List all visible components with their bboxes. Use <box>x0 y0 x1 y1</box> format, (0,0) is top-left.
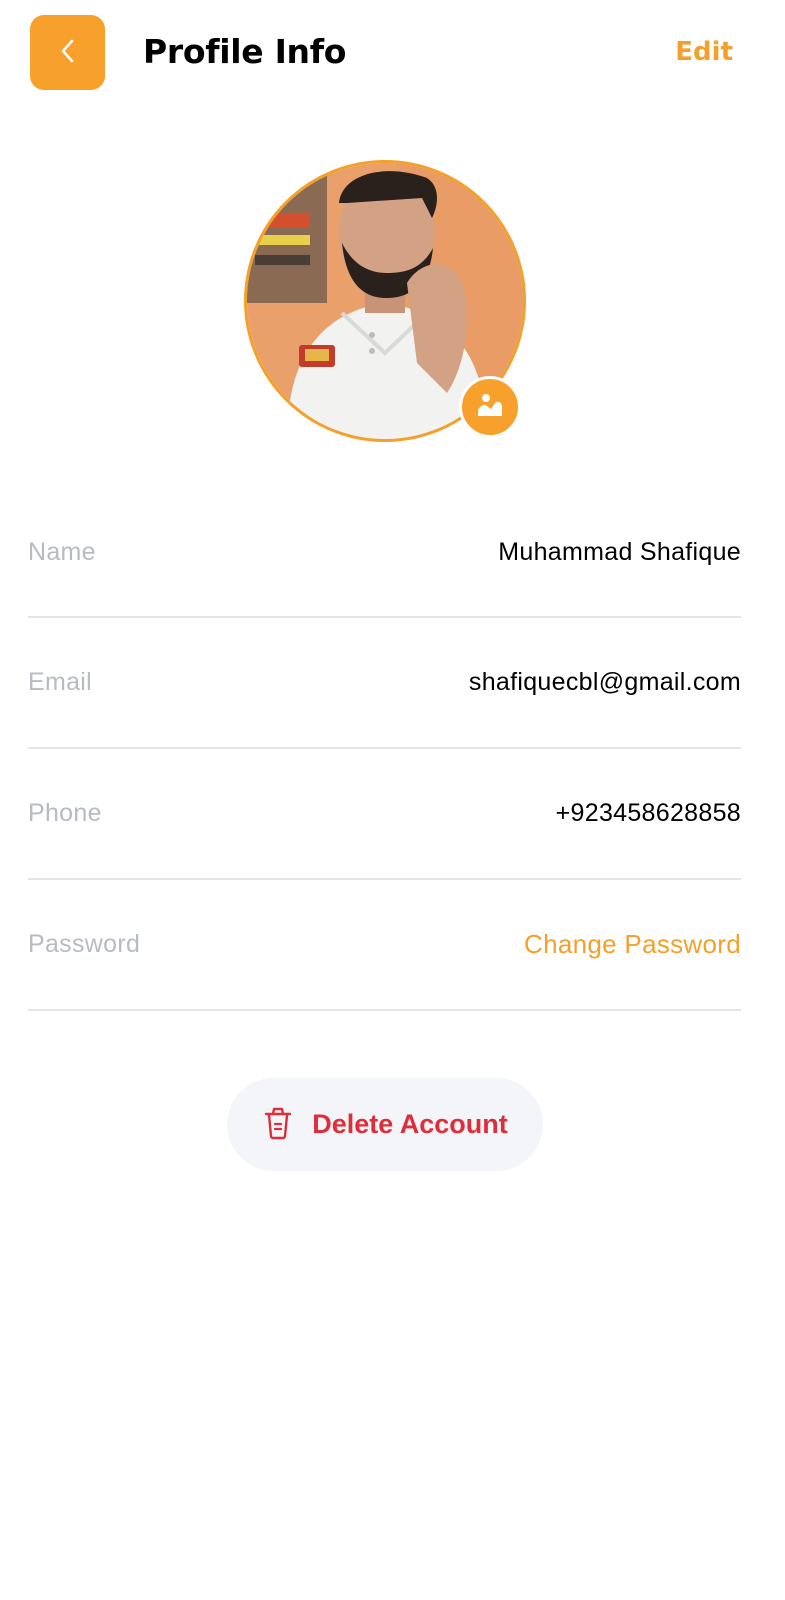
name-label: Name <box>28 537 96 566</box>
page-title: Profile Info <box>143 32 347 71</box>
password-row: Password Change Password <box>28 880 741 1011</box>
name-row: Name Muhammad Shafique <box>28 488 741 618</box>
trash-icon <box>262 1106 294 1144</box>
chevron-left-icon <box>53 36 83 70</box>
change-photo-button[interactable] <box>459 376 521 438</box>
delete-account-label: Delete Account <box>312 1109 508 1139</box>
avatar-container <box>244 160 526 442</box>
phone-label: Phone <box>28 799 102 827</box>
image-icon <box>475 390 505 424</box>
profile-info-list: Name Muhammad Shafique Email shafiquecbl… <box>28 488 741 1011</box>
phone-value: +923458628858 <box>555 799 741 827</box>
delete-account-button[interactable]: Delete Account <box>227 1078 543 1171</box>
phone-row: Phone +923458628858 <box>28 749 741 880</box>
back-button[interactable] <box>30 15 105 90</box>
edit-button[interactable]: Edit <box>675 37 733 67</box>
password-label: Password <box>28 930 141 958</box>
name-value: Muhammad Shafique <box>498 537 741 566</box>
change-password-link[interactable]: Change Password <box>524 929 741 960</box>
email-label: Email <box>28 668 93 696</box>
email-row: Email shafiquecbl@gmail.com <box>28 618 741 749</box>
email-value: shafiquecbl@gmail.com <box>468 668 741 696</box>
